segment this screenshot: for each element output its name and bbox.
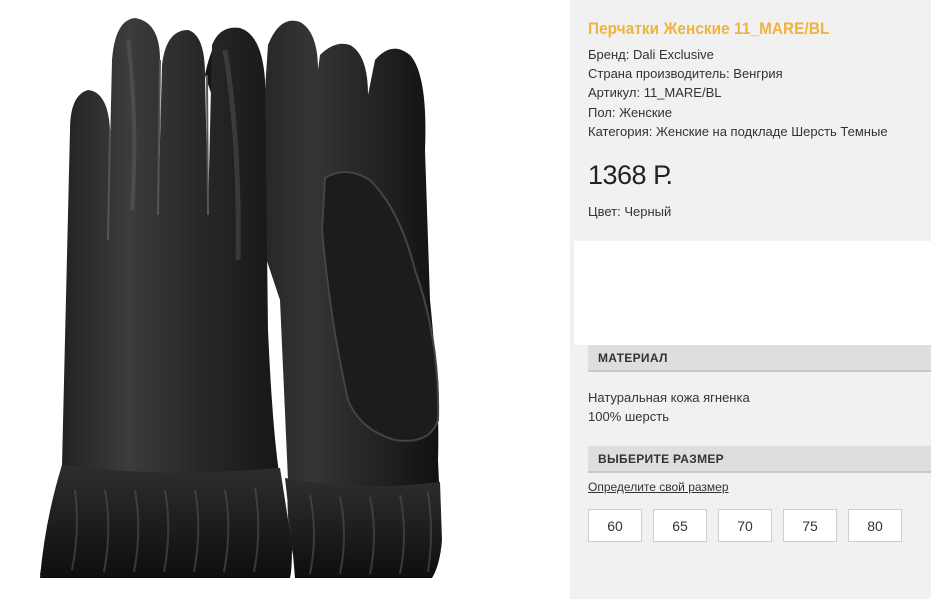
size-option-60[interactable]: 60 xyxy=(588,509,642,542)
size-options: 60 65 70 75 80 xyxy=(588,509,902,542)
leather-gloves-photo-icon xyxy=(40,18,442,579)
product-color: Цвет: Черный xyxy=(588,204,672,219)
material-line: Натуральная кожа ягненка xyxy=(588,390,750,405)
spec-category: Категория: Женские на подкладе Шерсть Те… xyxy=(588,123,888,139)
material-line: 100% шерсть xyxy=(588,409,669,424)
size-guide-link[interactable]: Определите свой размер xyxy=(588,480,729,494)
material-header: МАТЕРИАЛ xyxy=(588,345,931,372)
spec-country: Страна производитель: Венгрия xyxy=(588,66,783,82)
material-description: Натуральная кожа ягненка 100% шерсть xyxy=(588,388,750,426)
blank-content-box xyxy=(574,241,931,345)
product-title: Перчатки Женские 11_MARE/BL xyxy=(588,19,830,38)
product-specs: Бренд: Dali Exclusive Страна производите… xyxy=(588,45,888,141)
spec-gender: Пол: Женские xyxy=(588,104,673,120)
size-header: ВЫБЕРИТЕ РАЗМЕР xyxy=(588,446,931,473)
spec-brand: Бренд: Dali Exclusive xyxy=(588,47,714,62)
product-image[interactable] xyxy=(0,0,570,599)
spec-article: Артикул: 11_MARE/BL xyxy=(588,85,722,101)
product-info-panel: Перчатки Женские 11_MARE/BL Бренд: Dali … xyxy=(570,0,931,599)
size-option-75[interactable]: 75 xyxy=(783,509,837,542)
size-option-80[interactable]: 80 xyxy=(848,509,902,542)
size-option-65[interactable]: 65 xyxy=(653,509,707,542)
product-price: 1368 Р. xyxy=(588,160,673,190)
size-option-70[interactable]: 70 xyxy=(718,509,772,542)
